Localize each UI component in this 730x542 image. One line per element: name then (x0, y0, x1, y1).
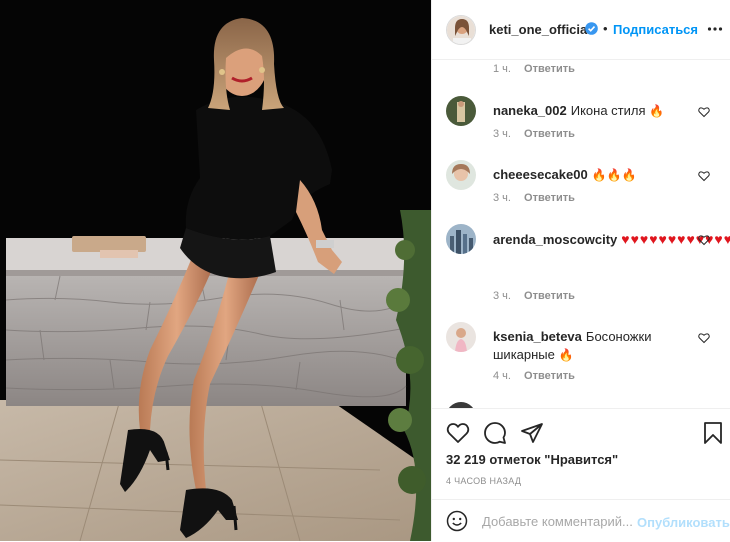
reply-button[interactable]: Ответить (524, 290, 575, 302)
commenter-avatar[interactable] (446, 160, 476, 190)
verified-badge-icon (585, 22, 598, 35)
comment-text: naneka_002 Икона стиля 🔥 (493, 102, 693, 120)
likes-count[interactable]: 32 219 отметок "Нравится" (446, 452, 618, 467)
like-heart-icon[interactable] (446, 421, 470, 445)
reply-button[interactable]: Ответить (524, 192, 575, 204)
comment-meta: 4 ч. Ответить (493, 370, 575, 382)
comment-text: cheeesecake00 🔥🔥🔥 (493, 166, 693, 184)
author-avatar[interactable] (446, 15, 476, 45)
share-send-icon[interactable] (520, 421, 544, 445)
follow-button[interactable]: Подписаться (613, 22, 698, 37)
author-username[interactable]: keti_one_official (489, 22, 591, 37)
post-side-panel: keti_one_official • Подписаться 1 ч. Отв… (431, 0, 730, 541)
comment-username[interactable]: ksenia_beteva (493, 329, 582, 344)
comment-meta: 3 ч. Ответить (493, 128, 575, 140)
post-actions: 32 219 отметок "Нравится" 4 часов назад … (432, 408, 730, 541)
fire-emoji: 🔥🔥🔥 (591, 168, 637, 182)
hearts-emoji: ♥♥♥♥♥♥♥♥♥♥♥♥♥♥♥♥♥♥♥♥♥♥♥♥♥♥♥♥ (621, 231, 730, 247)
comment-input[interactable] (482, 510, 634, 532)
comment-text: ksenia_beteva Босоножки шикарные 🔥 (493, 328, 693, 364)
comment-username[interactable]: arenda_moscowcity (493, 232, 617, 247)
comment-time: 1 ч. (493, 63, 511, 75)
comment-time: 3 ч. (493, 192, 511, 204)
comment-meta: 3 ч. Ответить (493, 290, 575, 302)
comments-list[interactable]: 1 ч. Ответить naneka_002 Икона стиля 🔥 3… (432, 60, 730, 408)
emoji-smiley-icon[interactable] (446, 510, 468, 532)
comment-like-icon[interactable] (698, 170, 710, 182)
comment-time: 3 ч. (493, 128, 511, 140)
commenter-avatar[interactable] (446, 96, 476, 126)
comment-item: cheeesecake00 🔥🔥🔥 3 ч. Ответить (432, 160, 730, 220)
comment-like-icon[interactable] (698, 106, 710, 118)
save-bookmark-icon[interactable] (703, 421, 723, 445)
header-separator: • (603, 21, 608, 36)
comment-time: 3 ч. (493, 290, 511, 302)
add-comment-bar: Опубликовать (432, 499, 730, 542)
fire-emoji: 🔥 (649, 104, 665, 118)
comment-username[interactable]: cheeesecake00 (493, 167, 588, 182)
reply-button[interactable]: Ответить (524, 128, 575, 140)
more-options-icon[interactable] (707, 21, 723, 37)
comment-username[interactable]: naneka_002 (493, 103, 567, 118)
reply-button[interactable]: Ответить (524, 370, 575, 382)
post-header: keti_one_official • Подписаться (432, 0, 730, 60)
post-time[interactable]: 4 часов назад (446, 476, 521, 486)
commenter-avatar[interactable] (446, 322, 476, 352)
comment-item: ksenia_beteva Босоножки шикарные 🔥 4 ч. О… (432, 322, 730, 384)
comment-item: naneka_002 Икона стиля 🔥 3 ч. Ответить (432, 96, 730, 156)
comment-like-icon[interactable] (698, 332, 710, 344)
comment-meta-partial: 1 ч. Ответить (493, 63, 575, 75)
comment-text: arenda_moscowcity ♥♥♥♥♥♥♥♥♥♥♥♥♥♥♥♥♥♥♥♥♥♥♥… (493, 230, 730, 249)
comment-item: arenda_moscowcity ♥♥♥♥♥♥♥♥♥♥♥♥♥♥♥♥♥♥♥♥♥♥♥… (432, 224, 730, 304)
reply-button[interactable]: Ответить (524, 63, 575, 75)
commenter-avatar[interactable] (446, 224, 476, 254)
comment-meta: 3 ч. Ответить (493, 192, 575, 204)
fire-emoji: 🔥 (558, 348, 574, 362)
comment-bubble-icon[interactable] (483, 421, 507, 445)
post-image (0, 0, 431, 541)
comment-like-icon[interactable] (698, 234, 710, 246)
publish-button[interactable]: Опубликовать (637, 515, 730, 530)
instagram-post: keti_one_official • Подписаться 1 ч. Отв… (0, 0, 730, 541)
post-photo[interactable] (0, 0, 431, 541)
comment-time: 4 ч. (493, 370, 511, 382)
comment-body: Икона стиля (570, 103, 646, 118)
